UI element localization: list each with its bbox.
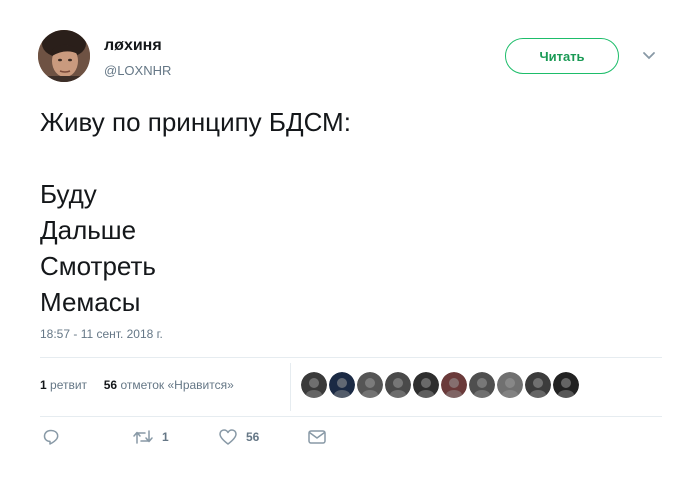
tweet-line: Смотреть [40, 251, 156, 281]
retweet-button[interactable]: 1 [132, 428, 169, 446]
liker-avatar[interactable] [469, 372, 495, 398]
liker-avatar[interactable] [525, 372, 551, 398]
like-count: 56 [246, 430, 260, 444]
divider [40, 357, 662, 358]
tweet-line: Дальше [40, 215, 137, 245]
display-name[interactable]: лøхиня [104, 37, 162, 55]
tweet-stats: 1 ретвит 56 отметок «Нравится» [40, 378, 234, 392]
liker-avatar[interactable] [553, 372, 579, 398]
liker-avatar[interactable] [413, 372, 439, 398]
retweet-icon [133, 430, 153, 444]
liker-avatar[interactable] [329, 372, 355, 398]
envelope-icon [308, 430, 326, 444]
follow-button[interactable]: Читать [505, 38, 619, 74]
liker-avatar[interactable] [385, 372, 411, 398]
liker-avatar[interactable] [441, 372, 467, 398]
tweet-line [40, 140, 640, 176]
liker-avatars [301, 372, 579, 400]
tweet-line: Буду [40, 179, 97, 209]
tweet-line: Живу по принципу БДСМ: [40, 107, 351, 137]
heart-icon [219, 429, 237, 445]
tweet-timestamp[interactable]: 18:57 - 11 сент. 2018 г. [40, 327, 163, 341]
retweets-count: 1 [40, 378, 47, 392]
retweets-label: ретвит [50, 378, 88, 392]
tweet-line: Мемасы [40, 287, 141, 317]
reply-icon [43, 429, 59, 445]
like-button[interactable]: 56 [218, 428, 259, 446]
likes-label: отметок «Нравится» [120, 378, 234, 392]
reply-button[interactable] [42, 428, 60, 446]
user-handle[interactable]: @LOXNHR [104, 63, 171, 78]
direct-message-button[interactable] [307, 428, 327, 446]
chevron-down-icon[interactable] [641, 50, 657, 62]
user-avatar-photo [38, 30, 90, 82]
retweets-stat[interactable]: 1 ретвит [40, 378, 87, 392]
avatar[interactable] [38, 30, 90, 82]
stats-divider [290, 363, 291, 411]
liker-avatar[interactable] [497, 372, 523, 398]
likes-stat[interactable]: 56 отметок «Нравится» [104, 378, 234, 392]
liker-avatar[interactable] [301, 372, 327, 398]
liker-avatar[interactable] [357, 372, 383, 398]
retweet-count: 1 [162, 430, 169, 444]
tweet-text: Живу по принципу БДСМ: Буду Дальше Смотр… [40, 104, 640, 320]
likes-count: 56 [103, 378, 118, 392]
divider [40, 416, 662, 417]
